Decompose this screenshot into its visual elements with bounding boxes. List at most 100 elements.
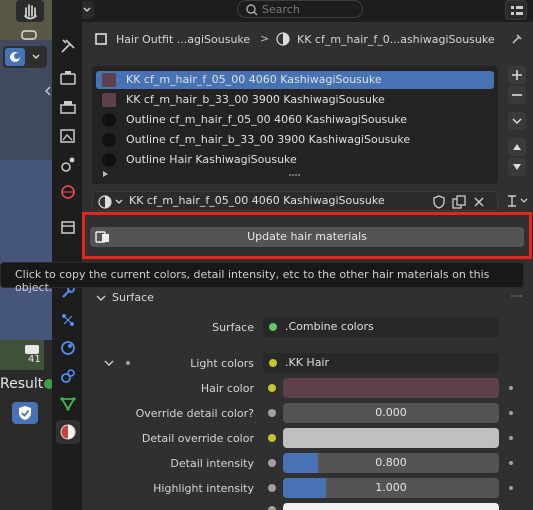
detail-intensity-value: 0.800 (375, 456, 407, 469)
resize-grip-icon[interactable] (288, 172, 302, 178)
material-selector[interactable]: KK cf_m_hair_f_05_00 4060 KashiwagiSousu… (92, 191, 498, 211)
tab-scene[interactable] (56, 152, 80, 176)
light-colors-group-field[interactable]: .KK Hair (263, 353, 499, 373)
surface-label: Surface (212, 321, 254, 334)
triangle-down-icon (513, 164, 521, 170)
surface-shader-field[interactable]: .Combine colors (263, 317, 499, 337)
list-item[interactable]: Outline cf_m_hair_f_05_00 4060 Kashiwagi… (96, 111, 494, 129)
printer-icon (60, 101, 76, 114)
color-socket-icon (268, 384, 276, 392)
plus-icon (512, 70, 522, 80)
detail-intensity-slider[interactable]: 0.800 (283, 453, 499, 473)
browse-material-icon[interactable] (97, 194, 125, 210)
list-item[interactable]: Outline cf_m_hair_b_33_00 3900 Kashiwagi… (96, 131, 494, 149)
collapse-arrow-icon[interactable] (44, 84, 52, 98)
tab-particles[interactable] (56, 308, 80, 332)
camera-icon[interactable] (20, 28, 38, 42)
tab-material[interactable] (56, 420, 80, 444)
move-slot-up-button[interactable] (508, 138, 526, 156)
remove-slot-button[interactable] (508, 86, 526, 104)
highlight-box (82, 212, 532, 259)
light-colors-label: Light colors (190, 357, 254, 370)
viewport-scene-mid (0, 160, 52, 340)
wrench-screwdriver-icon (61, 39, 75, 53)
tab-collection[interactable] (56, 216, 80, 240)
hair-color-swatch[interactable] (283, 378, 499, 398)
minus-icon (512, 94, 522, 96)
tab-physics[interactable] (56, 336, 80, 360)
list-item[interactable]: KK cf_m_hair_b_33_00 3900 KashiwagiSousu… (96, 91, 494, 109)
shading-mode-icon (5, 48, 25, 66)
material-preview-icon (102, 153, 116, 167)
box-icon (61, 221, 75, 234)
slot-label: Outline cf_m_hair_f_05_00 4060 Kashiwagi… (126, 113, 407, 126)
add-slot-button[interactable] (508, 66, 526, 84)
override-detail-value: 0.000 (375, 406, 407, 419)
search-icon (246, 4, 258, 16)
chevron-down-icon (512, 118, 522, 125)
search-input[interactable]: Search (237, 0, 363, 18)
triangle-up-icon (513, 144, 521, 150)
close-icon[interactable] (471, 194, 487, 210)
constraints-icon (61, 369, 75, 383)
override-detail-field[interactable]: 0.000 (283, 403, 499, 423)
tab-view-layer[interactable] (56, 124, 80, 148)
material-preview-icon (102, 113, 116, 127)
mesh-square-icon (95, 33, 107, 45)
next-row-field[interactable] (283, 503, 499, 510)
shield-button[interactable] (12, 402, 38, 424)
value-socket-icon (268, 459, 276, 467)
breadcrumb: Hair Outfit ...agiSousuke > KK cf_m_hair… (90, 30, 530, 50)
slot-specials-button[interactable] (508, 112, 526, 130)
light-colors-value: .KK Hair (285, 356, 330, 369)
shader-socket-icon (269, 323, 277, 331)
options-button[interactable] (505, 0, 527, 20)
surface-panel-header[interactable]: Surface (90, 289, 530, 307)
tab-constraints[interactable] (56, 364, 80, 388)
tab-output[interactable] (56, 96, 80, 120)
world-icon (61, 185, 75, 199)
detail-override-swatch[interactable] (283, 428, 499, 448)
value-socket-icon (268, 506, 276, 510)
tab-data[interactable] (56, 392, 80, 416)
tab-tool[interactable] (56, 34, 80, 58)
link-dot (509, 461, 513, 465)
link-mode-dropdown[interactable] (504, 192, 530, 210)
link-dot (509, 436, 513, 440)
drag-grip-icon[interactable] (510, 293, 524, 299)
link-dot (509, 386, 513, 390)
properties-tab-strip (52, 0, 82, 510)
highlight-intensity-value: 1.000 (375, 481, 407, 494)
list-item[interactable]: KK cf_m_hair_f_05_00 4060 KashiwagiSousu… (96, 71, 494, 89)
viewport-badge: 41 (28, 354, 41, 365)
tab-render[interactable] (56, 66, 80, 90)
link-dot (509, 411, 513, 415)
viewport-thumbnail: 41 (0, 340, 44, 370)
3d-viewport[interactable] (0, 0, 52, 510)
expand-arrow-icon[interactable] (102, 170, 110, 178)
list-item[interactable]: Outline Hair KashiwagiSousuke (96, 151, 494, 169)
detail-intensity-label: Detail intensity (170, 457, 254, 470)
material-preview-icon (102, 133, 116, 147)
breadcrumb-separator: > (260, 32, 270, 45)
value-socket-icon (268, 484, 276, 492)
particles-icon (62, 314, 74, 326)
breadcrumb-material: KK cf_m_hair_f_0...ashiwagiSousuke (297, 33, 495, 46)
shading-mode-dropdown[interactable] (3, 46, 47, 68)
material-preview-icon (102, 73, 116, 87)
surface-panel-title: Surface (112, 291, 154, 304)
slot-label: KK cf_m_hair_b_33_00 3900 KashiwagiSousu… (126, 93, 385, 106)
highlight-intensity-slider[interactable]: 1.000 (283, 478, 499, 498)
move-slot-down-button[interactable] (508, 158, 526, 176)
override-detail-label: Override detail color? (135, 407, 254, 420)
search-placeholder: Search (262, 3, 300, 16)
duplicate-icon[interactable] (451, 194, 467, 210)
tab-world[interactable] (56, 180, 80, 204)
mesh-data-icon (60, 397, 76, 411)
pin-icon[interactable] (510, 32, 524, 46)
material-icon (276, 32, 290, 46)
slot-label: KK cf_m_hair_f_05_00 4060 KashiwagiSousu… (126, 73, 382, 86)
fake-user-shield-icon[interactable] (431, 194, 447, 210)
hand-pan-button[interactable] (16, 0, 44, 22)
tooltip: Click to copy the current colors, detail… (0, 262, 524, 294)
